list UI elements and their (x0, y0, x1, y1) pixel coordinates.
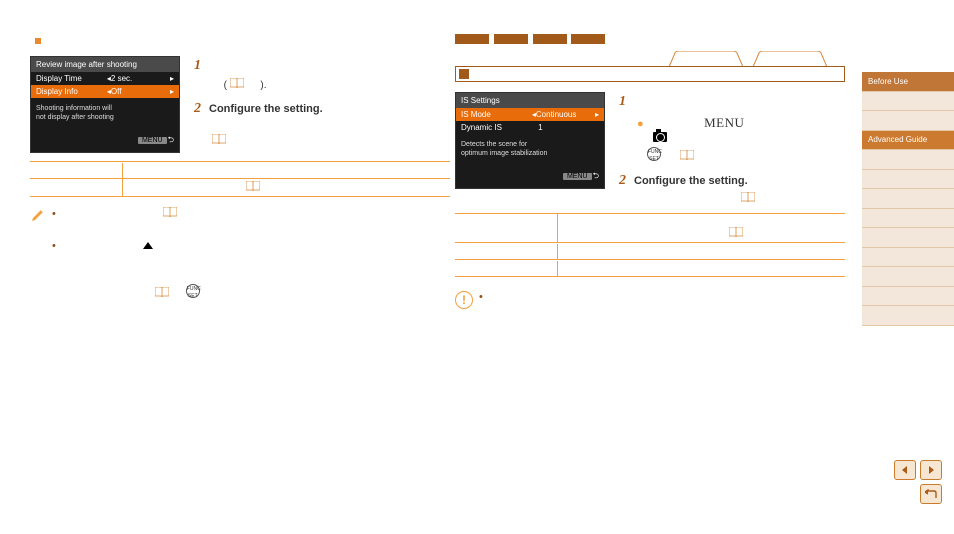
sidebar-item-13[interactable]: Index (862, 306, 954, 326)
mode-tabs (455, 34, 845, 47)
prev-page-button[interactable] (894, 460, 916, 480)
note-block: • When [Display Time] ( ) is set to [Off… (30, 207, 450, 302)
camera-menu-is: IS Settings IS Mode ◂ Continuous ▸ Dynam… (455, 92, 605, 189)
cam-row2-key: Display Info (36, 87, 107, 96)
book-icon[interactable] (230, 78, 244, 88)
step-title-2: Configure the setting. (209, 102, 323, 117)
camera-icon (653, 132, 667, 142)
func-set-icon: FUNCSET (647, 147, 661, 161)
section-tabs (665, 51, 845, 67)
book-icon[interactable] (680, 150, 694, 160)
sidebar-item-6[interactable]: Auto Mode (862, 170, 954, 190)
right-page: IS Settings IS Mode ◂ Continuous ▸ Dynam… (455, 34, 845, 319)
book-icon[interactable] (246, 181, 260, 191)
book-icon[interactable] (729, 227, 743, 237)
left-page: Review image after shooting Display Time… (30, 34, 450, 302)
mode-tab (455, 34, 489, 44)
page-nav (894, 460, 942, 504)
warning-block: ! • If image stabilization cannot preven… (455, 291, 845, 319)
sidebar: CoverBefore UseCommon Camera OperationsB… (862, 30, 954, 326)
mode-tab (533, 34, 567, 44)
step-title-2r: Configure the setting. (634, 174, 748, 189)
book-icon[interactable] (212, 134, 226, 144)
section-bar (455, 66, 845, 82)
sidebar-item-3[interactable]: Basic Guide (862, 111, 954, 131)
sidebar-item-9[interactable]: Playback Mode (862, 228, 954, 248)
section-block (459, 69, 469, 79)
pencil-icon (30, 207, 46, 223)
menu-button-icon: MENU (704, 115, 744, 130)
cam-row1-key: Display Time (36, 74, 107, 83)
sidebar-item-2[interactable]: Common Camera Operations (862, 92, 954, 112)
book-icon[interactable] (163, 207, 177, 217)
sidebar-item-11[interactable]: Accessories (862, 267, 954, 287)
sidebar-item-10[interactable]: Setting Menu (862, 248, 954, 268)
mode-tab (494, 34, 528, 44)
step-num-1: 1 (194, 56, 201, 76)
section-tab-playback[interactable] (747, 51, 833, 67)
func-set-icon: FUNCSET (186, 284, 200, 298)
camera-menu-review: Review image after shooting Display Time… (30, 56, 180, 153)
book-icon[interactable] (155, 287, 169, 297)
sidebar-item-12[interactable]: Appendix (862, 287, 954, 307)
cam-title: Review image after shooting (31, 57, 179, 72)
sidebar-item-0[interactable]: Cover (862, 30, 954, 72)
triangle-up-icon (143, 242, 153, 249)
section-tab-shooting[interactable] (663, 51, 749, 67)
warning-icon: ! (455, 291, 473, 309)
sidebar-item-5[interactable]: Camera Basics (862, 150, 954, 170)
sidebar-item-1[interactable]: Before Use (862, 72, 954, 92)
sidebar-item-7[interactable]: Other Shooting Modes (862, 189, 954, 209)
next-page-button[interactable] (920, 460, 942, 480)
return-button[interactable] (920, 484, 942, 504)
book-icon[interactable] (741, 192, 755, 202)
mode-tab (571, 34, 605, 44)
step-num-2: 2 (194, 99, 201, 119)
cam-row2-val: Off (111, 87, 170, 96)
sidebar-item-4[interactable]: Advanced Guide (862, 131, 954, 151)
sidebar-links: CoverBefore UseCommon Camera OperationsB… (862, 30, 954, 326)
sidebar-item-8[interactable]: P Mode (862, 209, 954, 229)
cam-row1-val: 2 sec. (111, 74, 170, 83)
